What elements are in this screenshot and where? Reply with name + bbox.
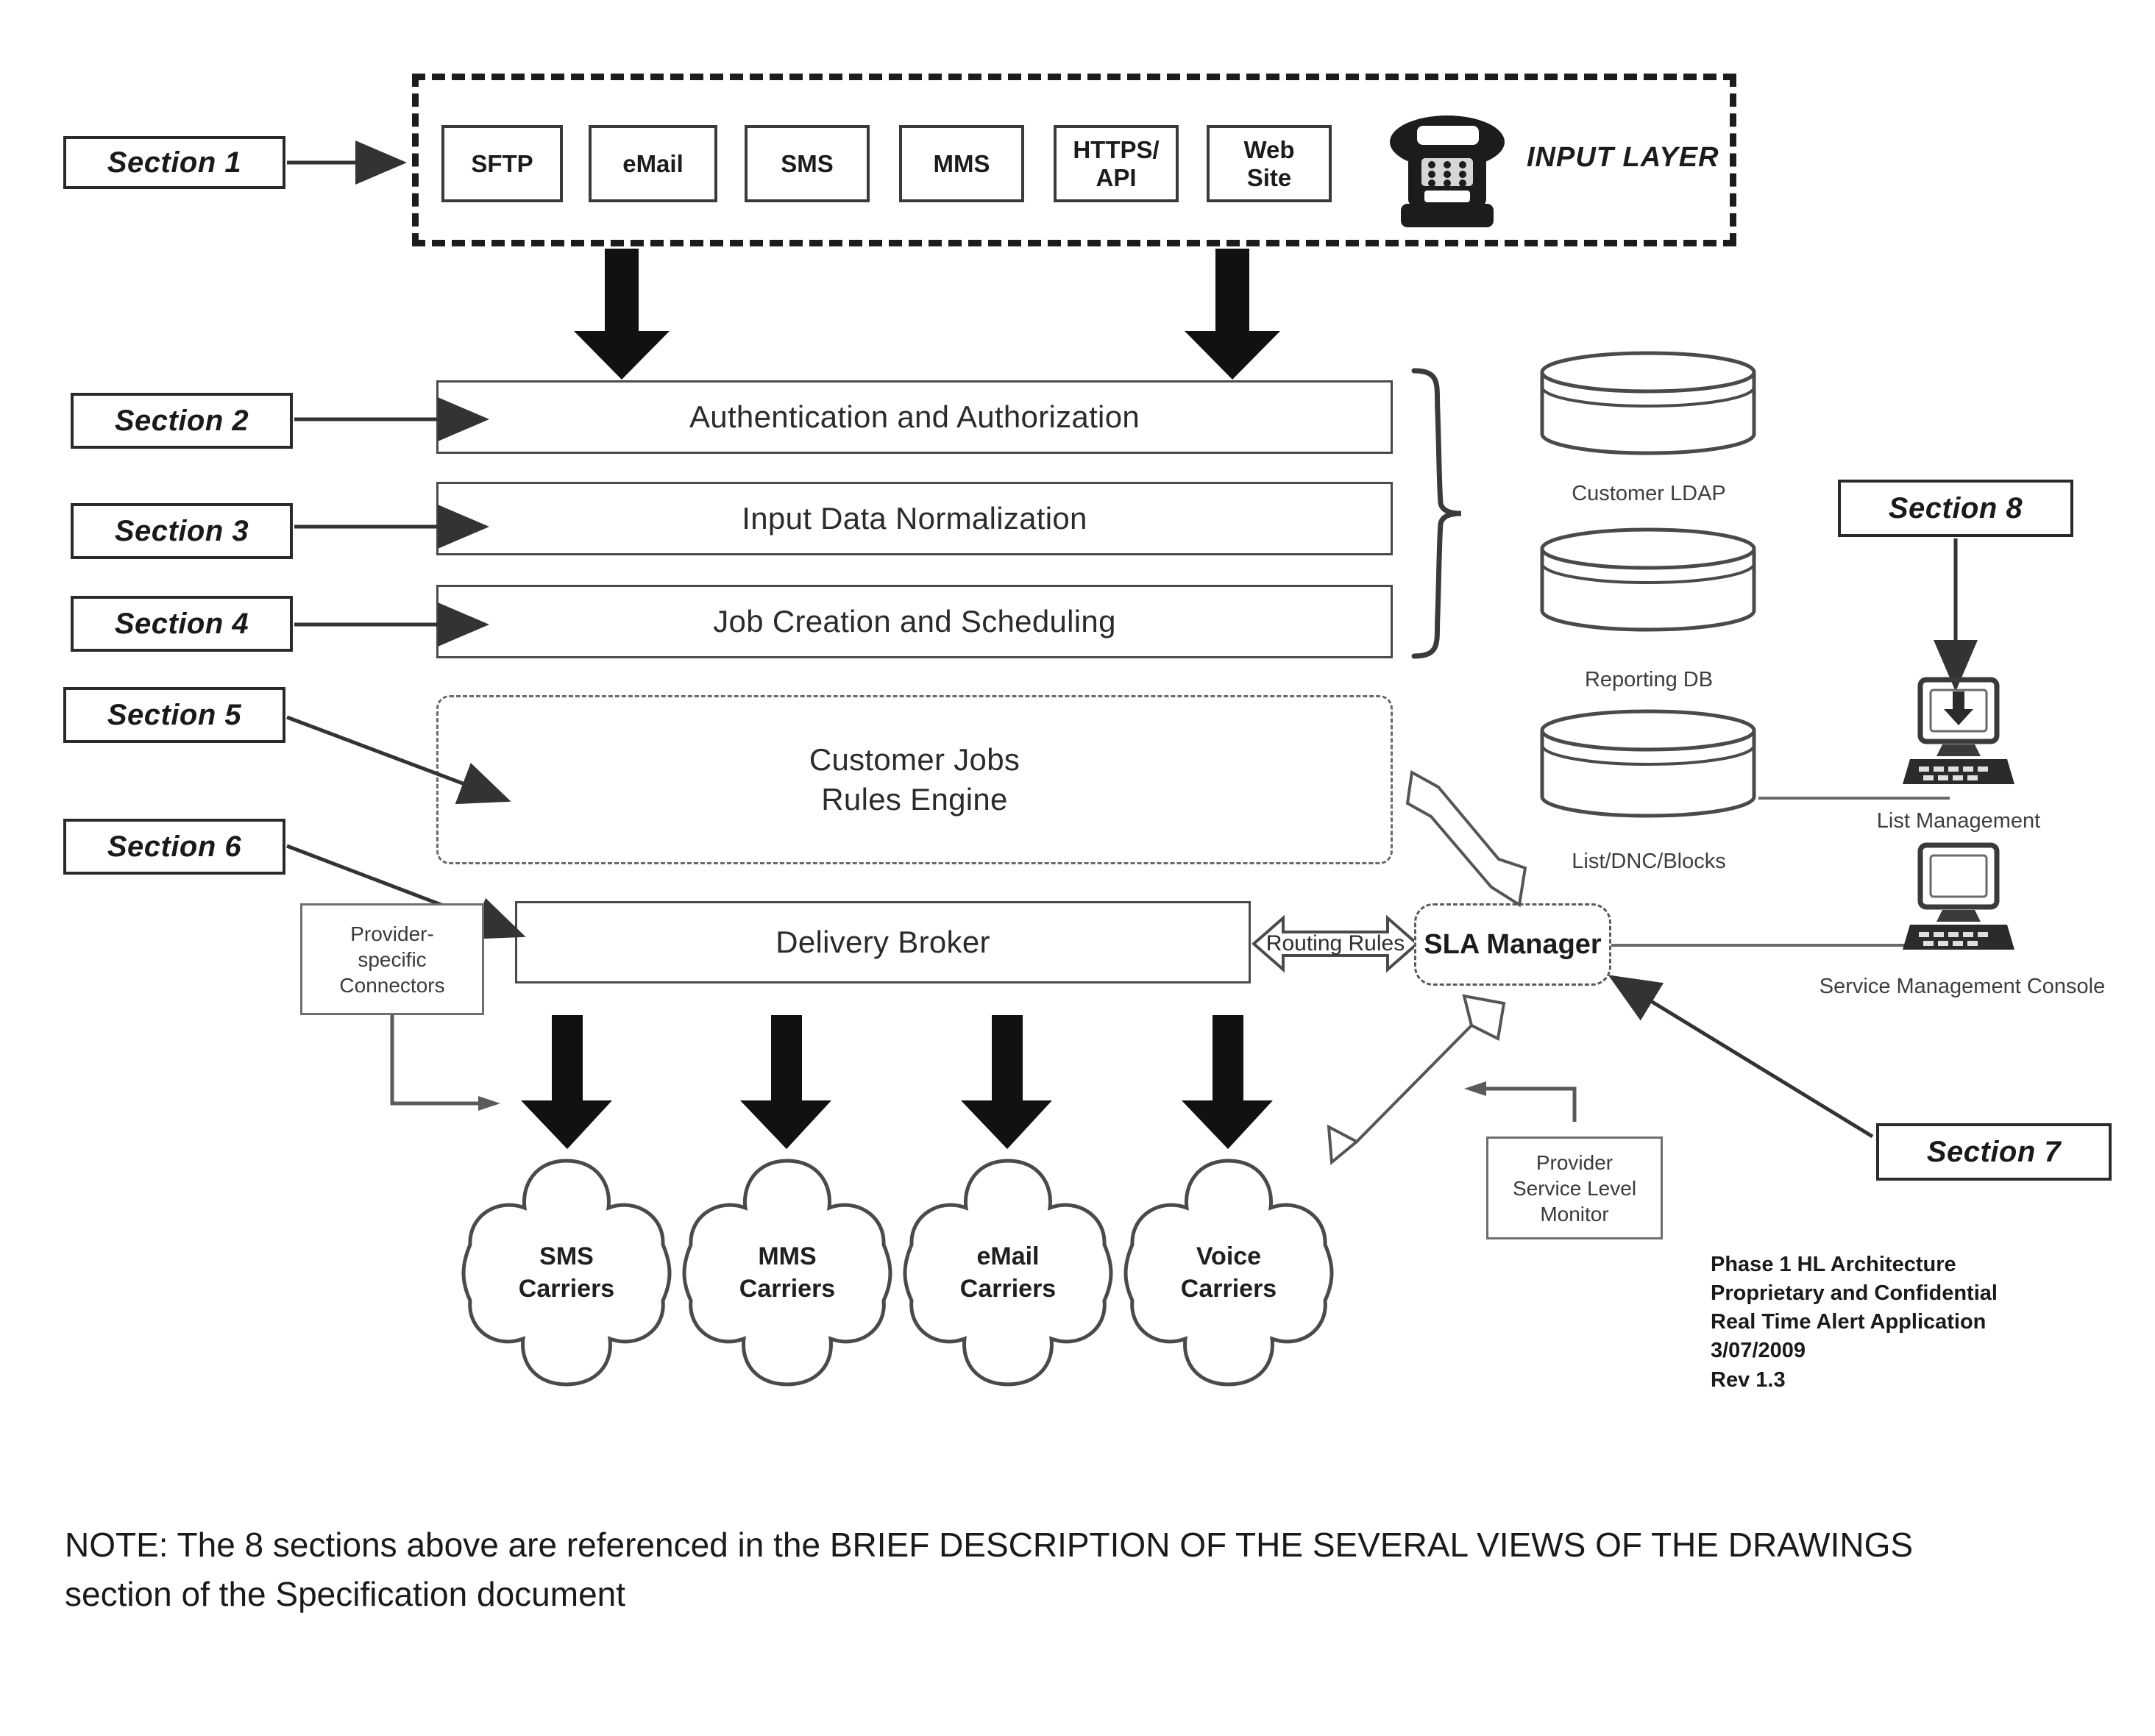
- db-sla-double-arrow: [1405, 769, 1527, 908]
- connector-lines-left: [286, 140, 1978, 1139]
- note-line-2: section of the Specification document: [65, 1575, 626, 1613]
- cloud-line-2: Carriers: [518, 1275, 615, 1303]
- database-label-reporting-db: Reporting DB: [1584, 668, 1714, 691]
- workstation-icon-service-management-console[interactable]: [1900, 842, 2017, 964]
- database-cylinder-list-dnc-blocks[interactable]: [1538, 709, 1758, 824]
- provider-service-level-monitor-box[interactable]: Provider Service Level Monitor: [1486, 1136, 1663, 1239]
- cloud-label-mms-carriers: MMS Carriers: [681, 1217, 894, 1328]
- provider-specific-connectors-box[interactable]: Provider- specific Connectors: [300, 903, 484, 1015]
- workstation-label-service-management-console: Service Management Console: [1819, 975, 2106, 998]
- revision-block: Phase 1 HL Architecture Proprietary and …: [1711, 1253, 1998, 1392]
- flow-arrow-to-sms-carriers: [521, 1015, 612, 1149]
- cloud-label-voice-carriers: Voice Carriers: [1122, 1217, 1335, 1328]
- database-cylinder-customer-ldap[interactable]: [1538, 351, 1758, 462]
- flow-arrow-to-voice-carriers: [1182, 1015, 1273, 1149]
- database-label-customer-ldap: Customer LDAP: [1572, 482, 1726, 505]
- database-label-list-dnc-blocks: List/DNC/Blocks: [1572, 850, 1726, 873]
- cloud-label-sms-carriers: SMS Carriers: [460, 1217, 673, 1328]
- cloud-line-1: MMS: [758, 1242, 817, 1270]
- cloud-line-1: eMail: [976, 1242, 1040, 1270]
- cloud-line-2: Carriers: [739, 1275, 836, 1303]
- note-line-1: NOTE: The 8 sections above are reference…: [65, 1526, 1914, 1564]
- flow-arrow-to-email-carriers: [961, 1015, 1052, 1149]
- cloud-line-1: SMS: [539, 1242, 594, 1270]
- cloud-line-2: Carriers: [959, 1275, 1057, 1303]
- sla-manager-box[interactable]: SLA Manager: [1414, 903, 1611, 986]
- workstation-label-list-management: List Management: [1876, 809, 2041, 833]
- cloud-label-email-carriers: eMail Carriers: [901, 1217, 1115, 1328]
- workstation-icon-list-management[interactable]: [1900, 677, 2017, 798]
- flow-arrow-to-mms-carriers: [740, 1015, 831, 1149]
- routing-rules-label: Routing Rules: [1265, 931, 1405, 956]
- cloud-line-1: Voice: [1196, 1242, 1262, 1270]
- database-cylinder-reporting-db[interactable]: [1538, 527, 1758, 638]
- cloud-line-2: Carriers: [1180, 1275, 1277, 1303]
